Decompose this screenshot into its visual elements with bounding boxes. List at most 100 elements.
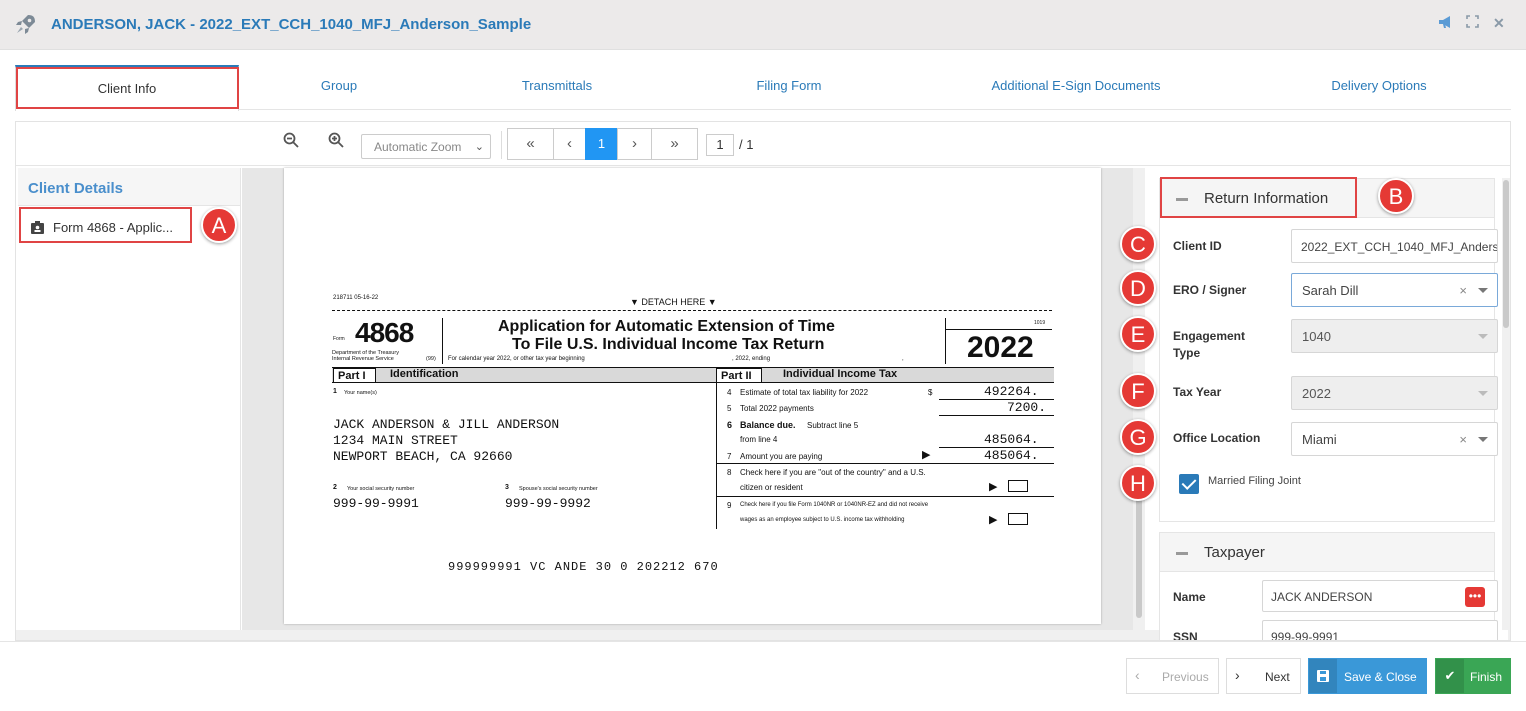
taxpayer-city-line: NEWPORT BEACH, CA 92660	[333, 449, 513, 464]
tax-year-ending: , 2022, ending	[732, 356, 771, 362]
tab-filing-form[interactable]: Filing Form	[675, 65, 903, 109]
form-number: 4868	[355, 317, 414, 348]
part2-title: Individual Income Tax	[783, 368, 898, 380]
married-filing-joint-checkbox[interactable]	[1179, 474, 1199, 494]
taxpayer-header[interactable]: Taxpayer	[1159, 532, 1495, 572]
page-number-input[interactable]: 1	[706, 134, 734, 156]
taxpayer-body: Name JACK ANDERSON ••• SSN 999-99-9991	[1159, 572, 1498, 640]
tab-transmittals[interactable]: Transmittals	[439, 65, 675, 109]
taxpayer-name-field[interactable]: JACK ANDERSON •••	[1262, 580, 1498, 612]
ero-signer-select[interactable]: Sarah Dill ×	[1291, 273, 1498, 307]
save-close-button[interactable]: Save & Close	[1308, 658, 1427, 694]
part1-title: Identification	[390, 368, 459, 380]
next-button[interactable]: › Next	[1226, 658, 1301, 694]
viewer-scroll-thumb[interactable]	[1136, 488, 1142, 618]
line5-underline	[939, 415, 1054, 416]
line7-value: 485064.	[984, 448, 1039, 463]
tab-group[interactable]: Group	[239, 65, 439, 109]
chevron-left-icon: ‹	[1135, 667, 1140, 683]
line8-underline	[716, 496, 1054, 497]
clear-icon[interactable]: ×	[1459, 432, 1467, 447]
dropdown-arrow-icon	[1478, 334, 1488, 339]
line5-number: 5	[727, 404, 732, 413]
megaphone-icon[interactable]	[1438, 15, 1454, 32]
previous-button[interactable]: ‹ Previous	[1126, 658, 1219, 694]
office-location-select[interactable]: Miami ×	[1291, 422, 1498, 456]
line3-label: Spouse's social security number	[519, 486, 598, 492]
line6-label-2: from line 4	[740, 435, 778, 444]
tab-highlight-box	[16, 67, 239, 109]
form-title-1: Application for Automatic Extension of T…	[498, 318, 835, 335]
year-box-line	[945, 329, 1052, 330]
window-title: ANDERSON, JACK - 2022_EXT_CCH_1040_MFJ_A…	[51, 16, 532, 33]
scan-line: 999999991 VC ANDE 30 0 202212 670	[448, 560, 719, 574]
line2-label: Your social security number	[347, 486, 415, 492]
detach-here: ▼ DETACH HERE ▼	[630, 297, 717, 307]
annotation-badge-g: G	[1120, 419, 1156, 455]
rocket-icon	[16, 15, 35, 34]
page-total: / 1	[739, 137, 754, 152]
zoom-select[interactable]: Automatic Zoom ⌄	[361, 134, 491, 159]
client-details-item-form-4868[interactable]: Form 4868 - Applic...	[21, 213, 191, 243]
line5-value: 7200.	[1007, 400, 1047, 415]
client-id-field[interactable]: 2022_EXT_CCH_1040_MFJ_Anderson_Sample	[1291, 229, 1498, 263]
chevron-right-icon: ›	[1235, 667, 1240, 683]
tax-year-value: 2022	[1302, 386, 1331, 401]
taxpayer-ssn: 999-99-9991	[333, 496, 419, 511]
line9-checkbox	[1008, 513, 1028, 525]
zoom-in-button[interactable]	[325, 132, 347, 154]
right-panel-scrollbar[interactable]	[1502, 178, 1510, 630]
finish-button[interactable]: ✔ Finish	[1435, 658, 1511, 694]
line8-checkbox	[1008, 480, 1028, 492]
line3-number: 3	[505, 484, 509, 491]
annotation-badge-d: D	[1120, 270, 1156, 306]
annotation-badge-h: H	[1120, 465, 1156, 501]
omb-number: 1019	[1034, 320, 1046, 326]
line8-arrow: ▶	[989, 481, 998, 493]
next-page-button[interactable]: ›	[617, 128, 652, 160]
save-icon	[1309, 659, 1337, 693]
dropdown-arrow-icon	[1478, 391, 1488, 396]
form-4868-page: 218711 05-16-22 ▼ DETACH HERE ▼ Form 486…	[284, 168, 1101, 624]
line6-label: Subtract line 5	[807, 421, 859, 430]
tab-delivery-options[interactable]: Delivery Options	[1249, 65, 1509, 109]
annotation-badge-f: F	[1120, 373, 1156, 409]
line6-label-bold: Balance due.	[740, 420, 796, 430]
line5-label: Total 2022 payments	[740, 404, 814, 413]
client-id-label: Client ID	[1173, 239, 1222, 253]
right-panel-scroll-thumb[interactable]	[1503, 180, 1509, 328]
finish-label: Finish	[1470, 670, 1503, 684]
more-options-icon[interactable]: •••	[1465, 587, 1485, 607]
detach-line	[332, 310, 1052, 311]
calendar-year-line: For calendar year 2022, or other tax yea…	[448, 356, 585, 362]
chevron-down-icon: ⌄	[474, 141, 484, 153]
tab-additional-esign-documents[interactable]: Additional E-Sign Documents	[903, 65, 1249, 109]
form-word: Form	[333, 336, 345, 342]
taxpayer-title: Taxpayer	[1204, 544, 1265, 561]
zoom-out-button[interactable]	[280, 132, 302, 154]
line7-underline	[716, 463, 1054, 464]
client-details-item-label: Form 4868 - Applic...	[53, 220, 173, 235]
last-page-button[interactable]: »	[651, 128, 698, 160]
taxpayer-ssn-field[interactable]: 999-99-9991	[1262, 620, 1498, 640]
line9-label-1: Check here if you file Form 1040NR or 10…	[740, 502, 929, 508]
prev-page-button[interactable]: ‹	[553, 128, 586, 160]
line9-number: 9	[727, 501, 732, 510]
first-page-button[interactable]: «	[507, 128, 554, 160]
line8-number: 8	[727, 468, 732, 477]
close-icon[interactable]: ✕	[1493, 15, 1505, 32]
previous-label: Previous	[1162, 670, 1209, 684]
client-details-header: Client Details	[18, 168, 240, 206]
collapse-icon	[1176, 552, 1188, 555]
annotation-badge-a: A	[201, 207, 237, 243]
clear-icon[interactable]: ×	[1459, 283, 1467, 298]
married-filing-joint-label: Married Filing Joint	[1208, 475, 1301, 487]
form-year: 2022	[967, 331, 1034, 364]
taxpayer-name-label: Name	[1173, 590, 1206, 604]
expand-icon[interactable]	[1466, 15, 1479, 31]
line7-number: 7	[727, 452, 732, 461]
line7-label: Amount you are paying	[740, 452, 823, 461]
dropdown-arrow-icon	[1478, 437, 1488, 442]
current-page-button[interactable]: 1	[585, 128, 618, 160]
part2-label: Part II	[716, 368, 762, 383]
